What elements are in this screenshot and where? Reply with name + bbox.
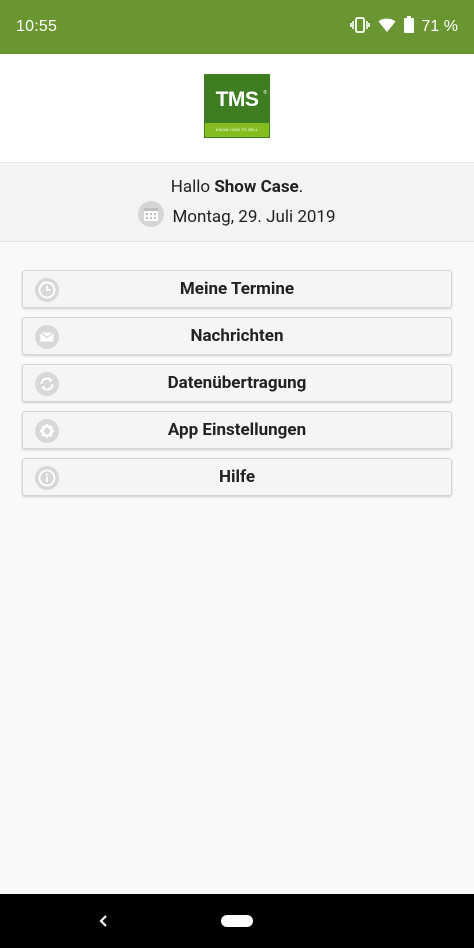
greeting-area: Hallo Show Case. Montag, 29. Juli 2019 [0,163,474,242]
date-line: Montag, 29. Juli 2019 [0,201,474,232]
menu-label: App Einstellungen [167,420,307,440]
menu-label: Nachrichten [190,326,284,346]
vibrate-icon [349,16,370,39]
calendar-icon [138,201,165,232]
back-chevron-icon[interactable] [92,907,114,935]
greeting-suffix: . [298,177,304,197]
sync-icon [35,372,59,396]
menu-item-hilfe[interactable]: Hilfe [22,458,452,496]
menu-item-datenuebertragung[interactable]: Datenübertragung [22,364,452,402]
user-name: Show Case [214,177,299,197]
battery-percent: 71 % [421,18,458,35]
menu-item-nachrichten[interactable]: Nachrichten [22,317,452,355]
navigation-bar [0,894,474,948]
logo-text: TMS [215,88,259,111]
menu-label: Meine Termine [179,279,295,299]
greeting-prefix: Hallo [170,177,215,197]
menu-item-meine-termine[interactable]: Meine Termine [22,270,452,308]
logo-slogan: KNOW HOW TO SELL [205,123,269,137]
gear-icon [35,419,59,443]
status-bar: 10:55 71 % [0,0,474,54]
wifi-icon [378,17,396,38]
envelope-icon [35,325,59,349]
status-time: 10:55 [16,18,58,35]
menu-item-app-einstellungen[interactable]: App Einstellungen [22,411,452,449]
logo-area: TMS ® KNOW HOW TO SELL [0,54,474,163]
menu-label: Datenübertragung [167,373,307,393]
main-menu: Meine Termine Nachrichten Datenübertragu… [22,270,452,505]
current-date: Montag, 29. Juli 2019 [172,206,336,227]
clock-icon [35,278,59,302]
menu-label: Hilfe [218,467,256,487]
greeting-line: Hallo Show Case. [0,177,474,197]
logo-registered-mark: ® [263,90,267,96]
info-icon [35,466,59,490]
status-icons: 71 % [349,16,458,39]
battery-icon [403,16,414,38]
home-pill-icon[interactable] [221,915,253,927]
tms-logo: TMS ® KNOW HOW TO SELL [204,74,270,138]
